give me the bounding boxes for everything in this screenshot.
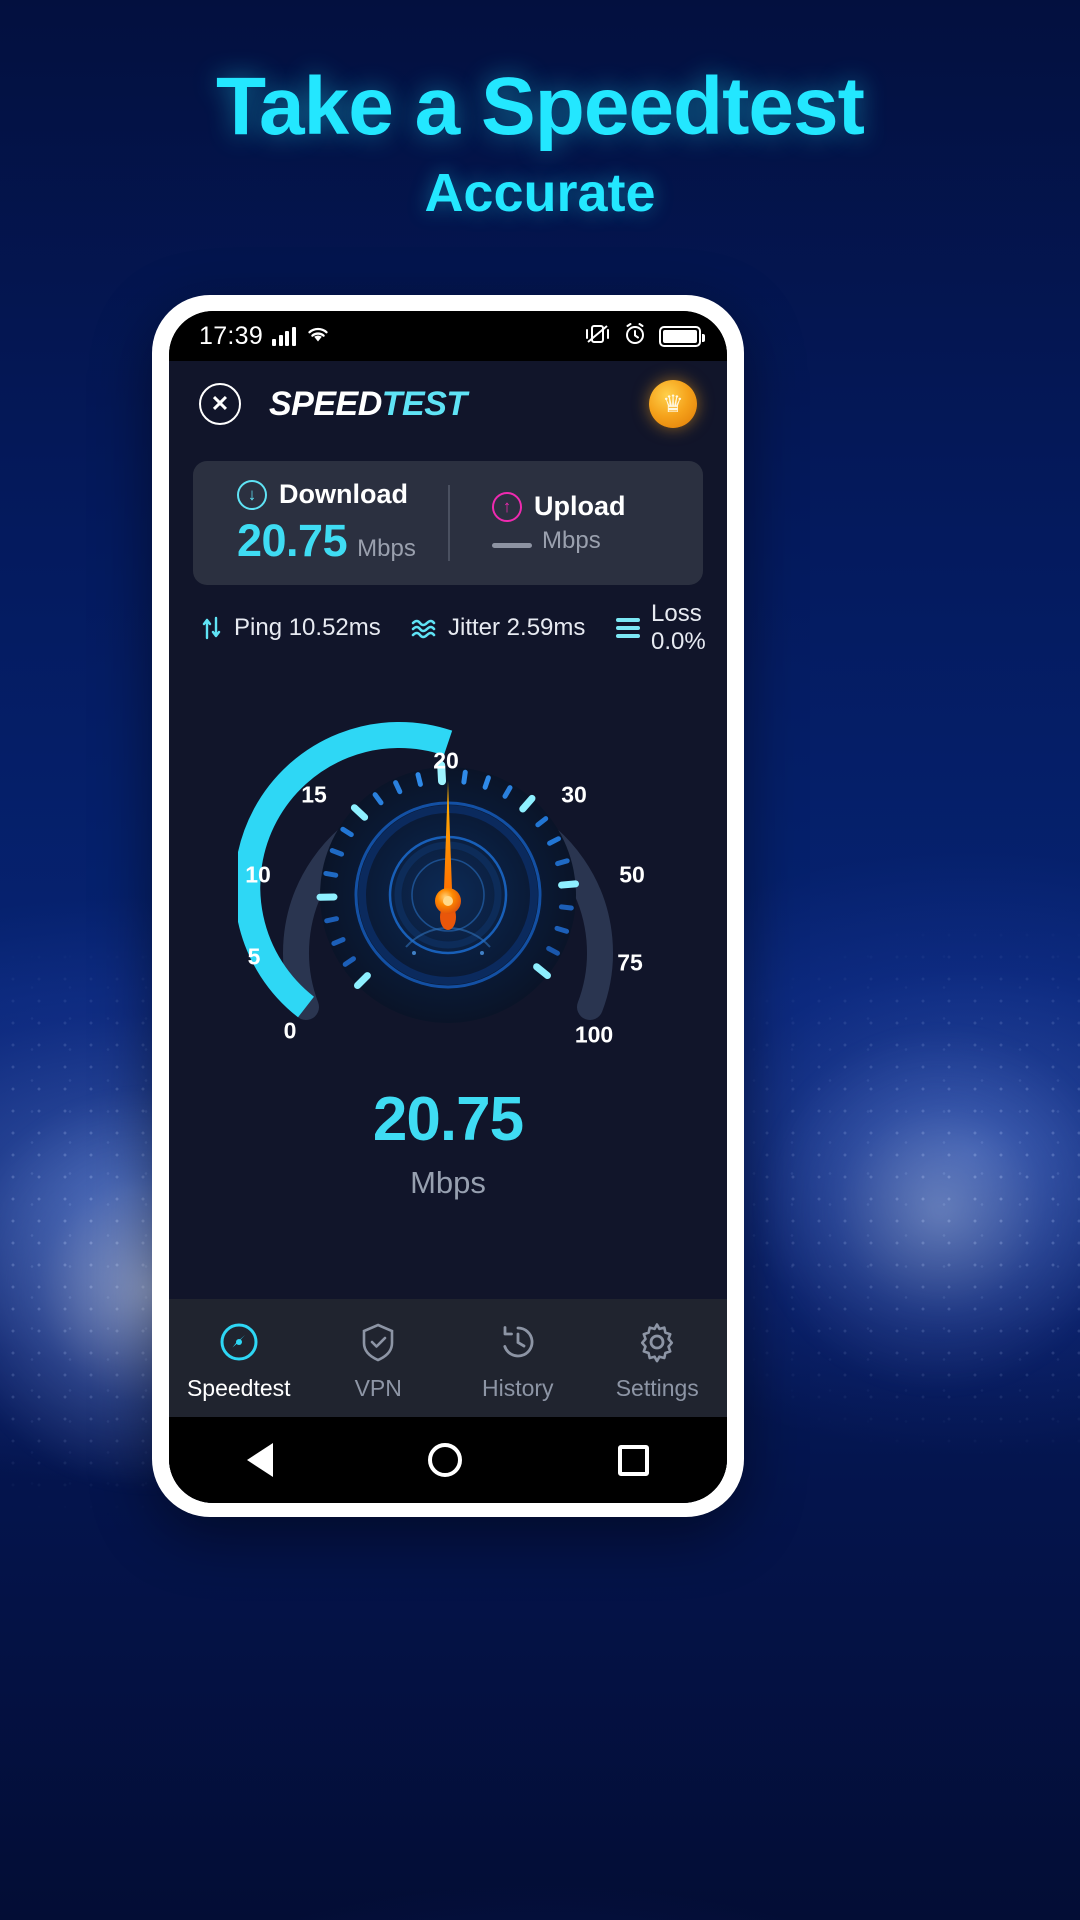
metric-loss: Loss 0.0% (616, 600, 706, 656)
speedtest-app: ✕ SPEEDTEST ♛ ↓ Download 20.75 Mbps ↑ Up… (169, 361, 727, 1503)
logo-test-text: TEST (381, 384, 467, 423)
gauge-tick-0: 0 (283, 1017, 297, 1044)
app-header: ✕ SPEEDTEST ♛ (169, 361, 727, 447)
status-bar-clock: 17:39 (199, 321, 264, 350)
home-circle-icon[interactable] (428, 1443, 463, 1477)
arrow-down-circle-icon: ↓ (237, 479, 267, 510)
wifi-icon (305, 324, 331, 349)
android-navigation-bar (169, 1417, 727, 1503)
gauge-tick-10: 10 (245, 861, 271, 888)
download-unit: Mbps (357, 535, 416, 562)
download-value-row: 20.75 Mbps (237, 515, 448, 567)
nav-label-history: History (481, 1375, 554, 1401)
ping-arrows-icon (201, 616, 223, 640)
gauge-tick-5: 5 (247, 943, 261, 970)
status-bar: 17:39 (169, 311, 727, 361)
loss-lines-icon (616, 618, 640, 638)
nav-item-speedtest[interactable]: Speedtest (169, 1320, 309, 1402)
speedtest-logo: SPEEDTEST (269, 385, 467, 424)
gauge-tick-50: 50 (619, 861, 645, 888)
alarm-icon (623, 322, 647, 351)
upload-label: Upload (534, 491, 626, 521)
gauge-speed-value: 20.75 (372, 1085, 524, 1154)
upload-unit: Mbps (542, 527, 601, 554)
metric-ping-label: Ping 10.52ms (234, 614, 381, 641)
back-triangle-icon[interactable] (246, 1443, 273, 1477)
gauge-tick-20: 20 (433, 747, 459, 774)
logo-speed-text: SPEED (269, 384, 382, 423)
jitter-wave-icon (411, 617, 437, 639)
gauge-tick-100: 100 (574, 1021, 614, 1048)
upload-value-row: Mbps (492, 527, 703, 555)
download-result: ↓ Download 20.75 Mbps (193, 479, 448, 567)
gauge-section: 0 5 10 15 20 30 50 75 100 20.75 Mbps (169, 671, 727, 1299)
gauge-tick-30: 30 (561, 781, 587, 808)
phone-frame: 17:39 ✕ SPEEDTEST ♛ ↓ Download 20.75 Mbp… (152, 295, 744, 1517)
clock-history-icon (496, 1320, 540, 1364)
close-icon[interactable]: ✕ (199, 383, 241, 425)
upload-result: ↑ Upload Mbps (450, 491, 703, 555)
metrics-row: Ping 10.52ms Jitter 2.59ms Loss 0.0% (169, 585, 727, 671)
results-panel: ↓ Download 20.75 Mbps ↑ Upload Mbps (193, 461, 703, 585)
nav-label-vpn: VPN (354, 1375, 402, 1401)
promo-headline: Take a Speedtest (216, 61, 865, 152)
upload-header: ↑ Upload (492, 491, 703, 522)
shield-check-icon (356, 1320, 400, 1364)
status-bar-left: 17:39 (199, 322, 331, 351)
metric-jitter-label: Jitter 2.59ms (448, 614, 586, 641)
gauge-speed-unit: Mbps (410, 1165, 486, 1200)
battery-icon (659, 325, 705, 347)
nav-label-settings: Settings (615, 1375, 699, 1401)
status-bar-right (585, 322, 705, 351)
bottom-navigation: Speedtest VPN History Settings (169, 1299, 727, 1417)
phone-screen: 17:39 ✕ SPEEDTEST ♛ ↓ Download 20.75 Mbp… (169, 311, 727, 1503)
promo-subheadline: Accurate (424, 163, 656, 223)
gauge-tick-15: 15 (301, 781, 327, 808)
nav-item-vpn[interactable]: VPN (309, 1320, 449, 1402)
metric-jitter: Jitter 2.59ms (411, 614, 616, 642)
upload-placeholder-dash (492, 543, 532, 548)
download-header: ↓ Download (237, 479, 448, 510)
signal-bars-icon (272, 326, 296, 346)
crown-icon[interactable]: ♛ (649, 380, 697, 428)
nav-item-settings[interactable]: Settings (588, 1320, 728, 1402)
nav-label-speedtest: Speedtest (186, 1375, 291, 1401)
metric-loss-label: Loss 0.0% (651, 600, 706, 655)
gear-icon (635, 1320, 679, 1364)
download-value: 20.75 (237, 515, 348, 566)
download-label: Download (279, 479, 408, 509)
gauge-tick-75: 75 (617, 949, 643, 976)
metric-ping: Ping 10.52ms (201, 614, 411, 642)
nav-item-history[interactable]: History (448, 1320, 588, 1402)
vibrate-icon (585, 323, 611, 350)
arrow-up-circle-icon: ↑ (492, 491, 522, 522)
recents-square-icon[interactable] (618, 1444, 650, 1476)
speedometer-icon (217, 1320, 261, 1364)
speed-gauge: 0 5 10 15 20 30 50 75 100 (238, 685, 658, 1085)
background-glow-right (760, 1020, 1080, 1400)
